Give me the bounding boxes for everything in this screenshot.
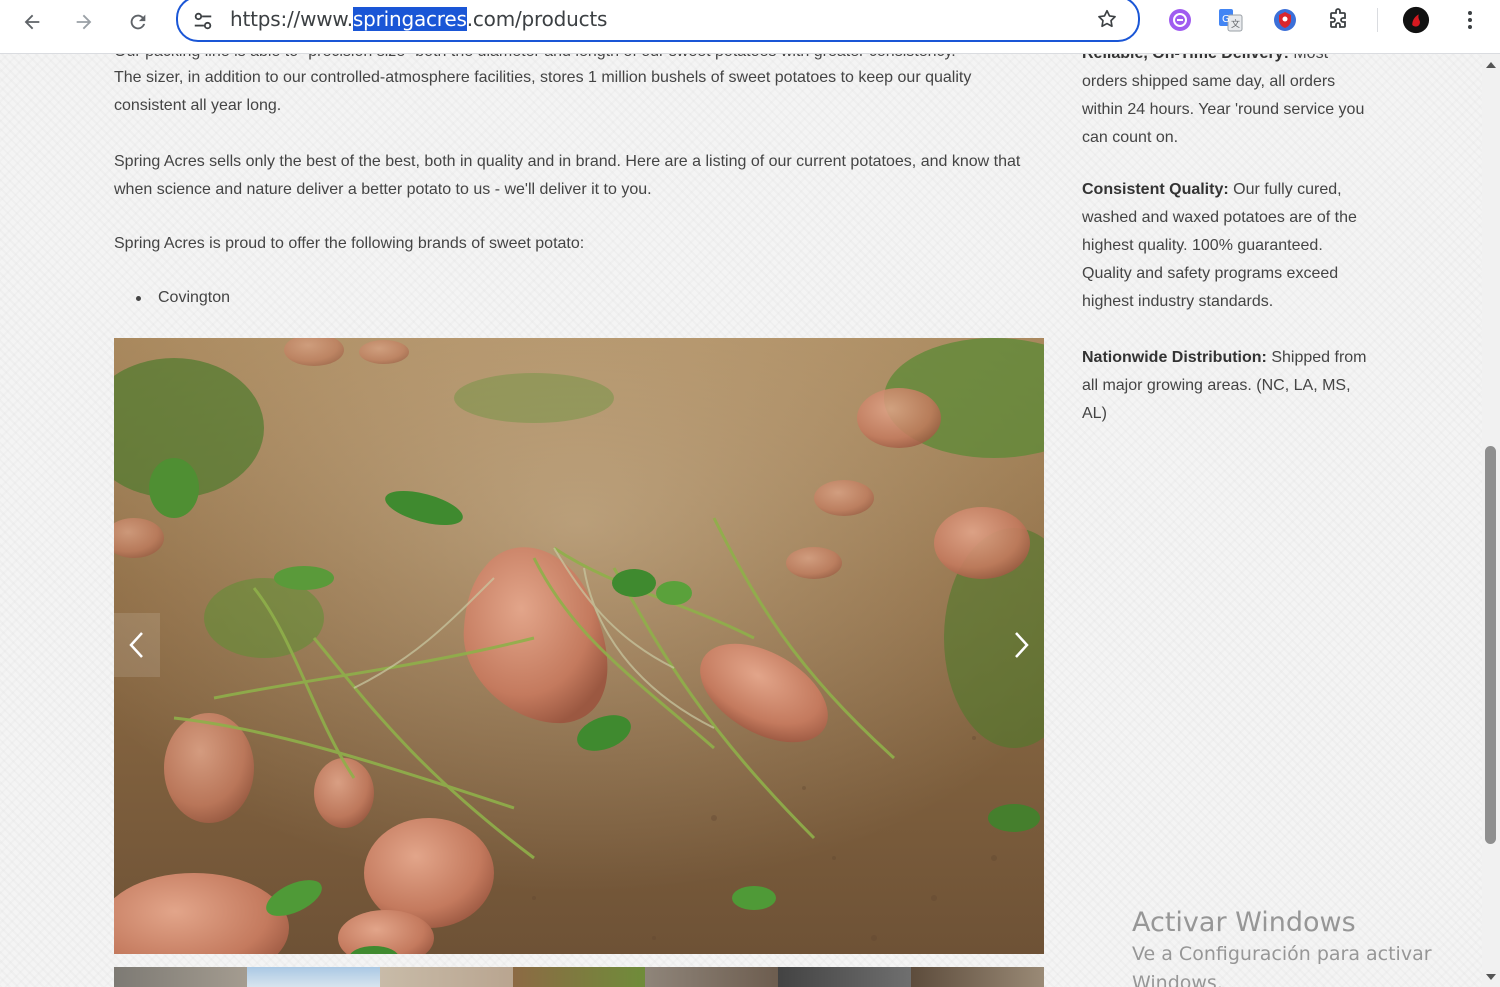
page-scrollbar[interactable] [1482,54,1500,987]
carousel-thumbnail[interactable] [379,967,513,987]
carousel-next-button[interactable] [998,613,1044,677]
brand-list-item: Covington [135,284,230,312]
watermark-subtitle: Ve a Configuración para activar Windows. [1132,943,1432,987]
carousel-thumbnail[interactable] [778,967,912,987]
delivery-feature: Reliable, On-Time Delivery: Most orders … [1082,54,1372,152]
image-carousel[interactable] [114,338,1044,954]
browser-menu-button[interactable] [1456,6,1484,34]
forward-button[interactable] [70,8,98,36]
menu-kebab-icon [1468,11,1472,29]
quality-title: Consistent Quality: [1082,181,1229,198]
scroll-up-arrow-icon[interactable] [1485,60,1497,70]
url-text[interactable]: https://www.springacres.com/products [230,7,607,31]
quality-feature: Consistent Quality: Our fully cured, was… [1082,176,1372,316]
back-button[interactable] [18,8,46,36]
carousel-thumbnail[interactable] [114,967,247,987]
bookmark-button[interactable] [1096,8,1118,35]
svg-text:G: G [1222,14,1230,25]
sizer-paragraph: The sizer, in addition to our controlled… [114,69,972,114]
delivery-title: Reliable, On-Time Delivery: [1082,54,1289,62]
url-suffix: .com/products [466,7,608,31]
site-settings-icon [194,12,212,30]
brand-list: Covington [114,284,230,312]
extension-purple-icon [1169,9,1191,31]
google-translate-button[interactable]: G文 [1217,6,1245,34]
url-prefix: https://www. [230,7,353,31]
page-content: Our packing line is able to "precision s… [0,54,1482,987]
extensions-button[interactable] [1324,6,1352,34]
distribution-feature: Nationwide Distribution: Shipped from al… [1082,344,1372,428]
reload-icon [130,14,146,30]
forward-icon [76,14,92,30]
back-icon [24,14,40,30]
distribution-title: Nationwide Distribution: [1082,349,1267,366]
profile-button[interactable] [1402,6,1430,34]
extension-purple-button[interactable] [1166,6,1194,34]
quality-text: Our fully cured, washed and waxed potato… [1082,181,1357,310]
site-settings-button[interactable] [192,10,214,37]
watermark-title: Activar Windows [1132,907,1356,938]
brands-intro-paragraph: Spring Acres is proud to offer the follo… [114,235,585,252]
carousel-thumbnails [114,967,1045,987]
carousel-prev-button[interactable] [114,613,160,677]
scroll-down-arrow-icon[interactable] [1485,972,1497,982]
google-translate-icon: G文 [1219,9,1243,32]
carousel-thumbnail[interactable] [512,967,646,987]
delivery-text: Most orders shipped same day, all orders… [1082,54,1365,146]
chevron-right-icon [1015,632,1029,658]
address-bar[interactable]: https://www.springacres.com/products [176,0,1140,42]
toolbar-separator [1377,8,1378,32]
bookmark-star-icon [1098,9,1116,28]
profile-avatar-icon [1402,6,1430,34]
svg-text:文: 文 [1231,18,1240,30]
quality-paragraph: Spring Acres sells only the best of the … [114,153,1021,198]
chevron-left-icon [129,632,143,658]
carousel-thumbnail[interactable] [911,967,1045,987]
scrollbar-thumb[interactable] [1485,446,1496,844]
reload-button[interactable] [124,8,152,36]
browser-toolbar: https://www.springacres.com/products G文 [0,0,1500,54]
extension-shield-button[interactable] [1271,6,1299,34]
url-highlight: springacres [352,7,467,31]
extensions-puzzle-icon [1330,8,1346,28]
carousel-thumbnail[interactable] [645,967,779,987]
carousel-thumbnail[interactable] [246,967,380,987]
windows-activation-watermark: Activar Windows Ve a Configuración para … [1132,906,1452,987]
extension-shield-icon [1274,9,1296,31]
sweet-potato-field-photo [114,338,1044,954]
